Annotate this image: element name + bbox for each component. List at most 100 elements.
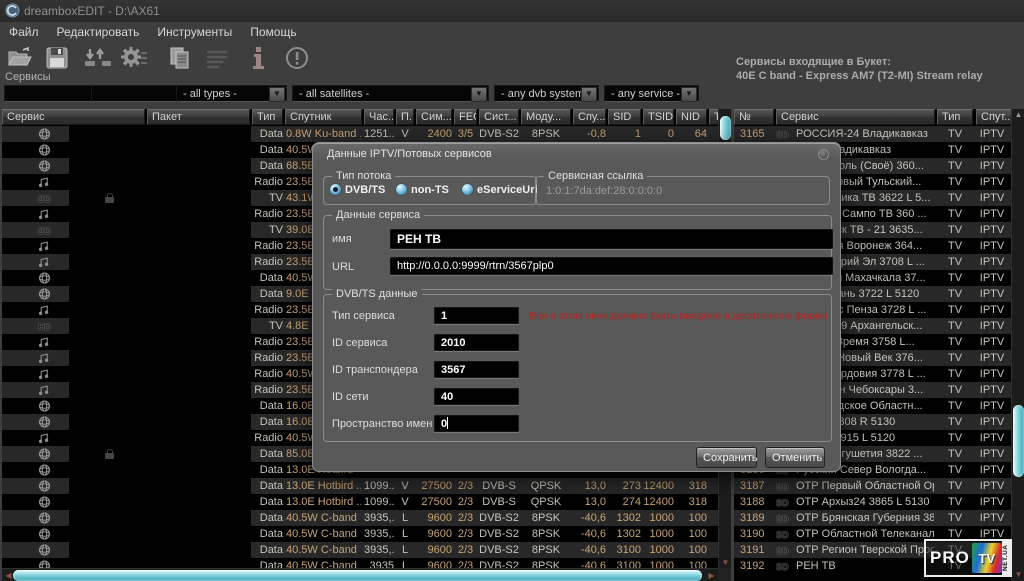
lock-icon xyxy=(105,193,114,203)
service-row[interactable]: Data13.0E Hotbird ...1099...V275002/3DVB… xyxy=(2,494,731,510)
column-header[interactable]: Спутник xyxy=(285,109,362,125)
info-icon[interactable] xyxy=(244,44,272,72)
column-header[interactable]: Час... xyxy=(364,109,394,125)
service-type-label: Тип сервиса xyxy=(332,310,395,322)
cell-system: IPTV xyxy=(974,382,1010,398)
column-header[interactable]: Сервис xyxy=(2,109,145,125)
column-header[interactable]: Пакет xyxy=(147,109,250,125)
types-filter-dropdown[interactable]: - all types - ▼ xyxy=(176,85,287,102)
bouquet-row[interactable]: 3187SDОТР Первый Областной Ор...TVIPTV xyxy=(734,478,1024,494)
redacted-service-name xyxy=(69,334,251,350)
services-panel-label: Сервисы xyxy=(5,71,51,83)
cell-mod: 8PSK xyxy=(521,542,571,558)
cell-type: TV xyxy=(937,350,973,366)
about-icon[interactable] xyxy=(283,44,311,72)
column-header[interactable]: NID xyxy=(676,109,707,125)
transponder-id-label: ID транспондера xyxy=(332,364,418,376)
stream-type-group: Тип потока DVB/TS non-TS eServiceUri xyxy=(323,176,537,205)
services-horizontal-scrollbar[interactable]: ◀ ▶ xyxy=(2,568,718,581)
menu-tools[interactable]: Инструменты xyxy=(148,22,241,39)
service-url-input[interactable] xyxy=(390,257,833,275)
bouquet-row[interactable]: 3165SDРОССИЯ-24 ВладикавказTVIPTV xyxy=(734,126,1024,142)
menu-file[interactable]: Файл xyxy=(0,22,48,39)
column-header[interactable]: Тип xyxy=(937,109,973,125)
column-header[interactable]: Сист... xyxy=(479,109,519,125)
cell-system: IPTV xyxy=(974,478,1010,494)
cell-system: IPTV xyxy=(974,190,1010,206)
radio-dot[interactable] xyxy=(330,184,341,195)
service-row[interactable]: Data0.8W Ku-band ...1251...V24003/5DVB-S… xyxy=(2,126,731,142)
column-header[interactable]: Моду... xyxy=(521,109,571,125)
cell-sid: 1302 xyxy=(608,510,641,526)
column-header[interactable]: Сим... xyxy=(416,109,452,125)
service-name-input[interactable] xyxy=(390,229,833,249)
chevron-down-icon[interactable]: ▼ xyxy=(681,87,697,102)
chevron-down-icon[interactable]: ▼ xyxy=(471,87,487,102)
column-header[interactable]: Сервис xyxy=(776,109,935,125)
column-header[interactable]: П... xyxy=(396,109,414,125)
settings-icon[interactable] xyxy=(119,44,147,72)
copy-icon[interactable] xyxy=(166,44,194,72)
cell-type: TV xyxy=(252,318,283,334)
iptv-service-dialog: Данные IPTV/Потовых сервисов Тип потока … xyxy=(312,142,841,472)
service-row[interactable]: Data40.5W C-band ...3935,...L96002/3DVB-… xyxy=(2,510,731,526)
bouquet-row[interactable]: 3189SDОТР Брянская Губерния 387...TVIPTV xyxy=(734,510,1024,526)
cell-fec: 2/3 xyxy=(454,526,477,542)
save-icon[interactable] xyxy=(43,44,71,72)
cell-pos: -40,6 xyxy=(573,510,606,526)
column-header[interactable]: № xyxy=(734,109,774,125)
bouquet-row[interactable]: 3188SDОТР Архыз24 3865 L 5130TVIPTV xyxy=(734,494,1024,510)
cell-tsid: 1000 xyxy=(643,526,674,542)
service-row[interactable]: Data40.5W C-band ...3935,...L96002/3DVB-… xyxy=(2,542,731,558)
column-header[interactable]: FEC xyxy=(454,109,477,125)
scrollbar-thumb[interactable] xyxy=(720,116,731,140)
column-header[interactable]: TSID xyxy=(643,109,674,125)
chevron-down-icon[interactable]: ▼ xyxy=(581,87,597,102)
save-button[interactable]: Сохранить xyxy=(696,447,757,468)
cell-sr: 2400 xyxy=(416,126,452,142)
cell-type: TV xyxy=(937,286,973,302)
scrollbar-thumb[interactable] xyxy=(1013,405,1024,477)
list-icon[interactable] xyxy=(203,44,231,72)
column-header[interactable]: Спут... xyxy=(976,109,1012,125)
column-header[interactable]: Спу... xyxy=(573,109,606,125)
radio-dot[interactable] xyxy=(462,184,473,195)
close-icon[interactable] xyxy=(818,149,829,160)
types-filter-value: - all types - xyxy=(183,88,237,100)
transfer-icon[interactable] xyxy=(83,44,111,72)
service-name-filter-input[interactable] xyxy=(4,85,94,102)
column-header[interactable]: SID xyxy=(608,109,641,125)
dvb-system-filter-dropdown[interactable]: - any dvb system - ▼ xyxy=(494,85,599,102)
cell-type: Data xyxy=(252,414,283,430)
dvb-data-group-label: DVB/TS данные xyxy=(332,288,422,301)
cell-sat: 13.0E Hotbird ... xyxy=(286,494,361,510)
menu-edit[interactable]: Редактировать xyxy=(48,22,149,39)
cell-system: IPTV xyxy=(974,286,1010,302)
service-type-input[interactable] xyxy=(434,307,519,324)
satellites-filter-dropdown[interactable]: - all satellites - ▼ xyxy=(292,85,489,102)
transponder-id-input[interactable] xyxy=(434,361,519,378)
chevron-down-icon[interactable]: ▼ xyxy=(269,87,285,102)
cell-pol: L xyxy=(396,542,414,558)
service-id-input[interactable] xyxy=(434,334,519,351)
app-window: dreamboxEDIT - D:\AX61 ФайлРедактировать… xyxy=(0,0,1024,581)
cell-type: Radio xyxy=(252,350,283,366)
menu-help[interactable]: Помощь xyxy=(241,22,305,39)
package-filter-input[interactable] xyxy=(91,85,179,102)
service-row[interactable]: Data13.0E Hotbird ...1099...V275002/3DVB… xyxy=(2,478,731,494)
service-filter-dropdown[interactable]: - any service - ▼ xyxy=(604,85,699,102)
service-row[interactable]: Data40.5W C-band ...3935,...L96002/3DVB-… xyxy=(2,526,731,542)
radio-dot[interactable] xyxy=(396,184,407,195)
open-file-icon[interactable] xyxy=(6,44,34,72)
cell-type: Data xyxy=(252,126,283,142)
network-id-input[interactable] xyxy=(434,388,519,405)
cell-type: Data xyxy=(252,286,283,302)
cell-mod: 8PSK xyxy=(521,126,571,142)
scrollbar-thumb[interactable] xyxy=(13,570,702,581)
cell-sys: DVB-S2 xyxy=(479,126,519,142)
cancel-button[interactable]: Отменить xyxy=(765,447,825,468)
bouquet-vertical-scrollbar[interactable]: ▲ ▼ xyxy=(1011,109,1024,581)
column-header[interactable]: Тип xyxy=(252,109,283,125)
bouquet-name: 40E C band - Express AM7 (T2-MI) Stream … xyxy=(736,70,983,82)
cell-tsid: 12400 xyxy=(643,494,674,510)
